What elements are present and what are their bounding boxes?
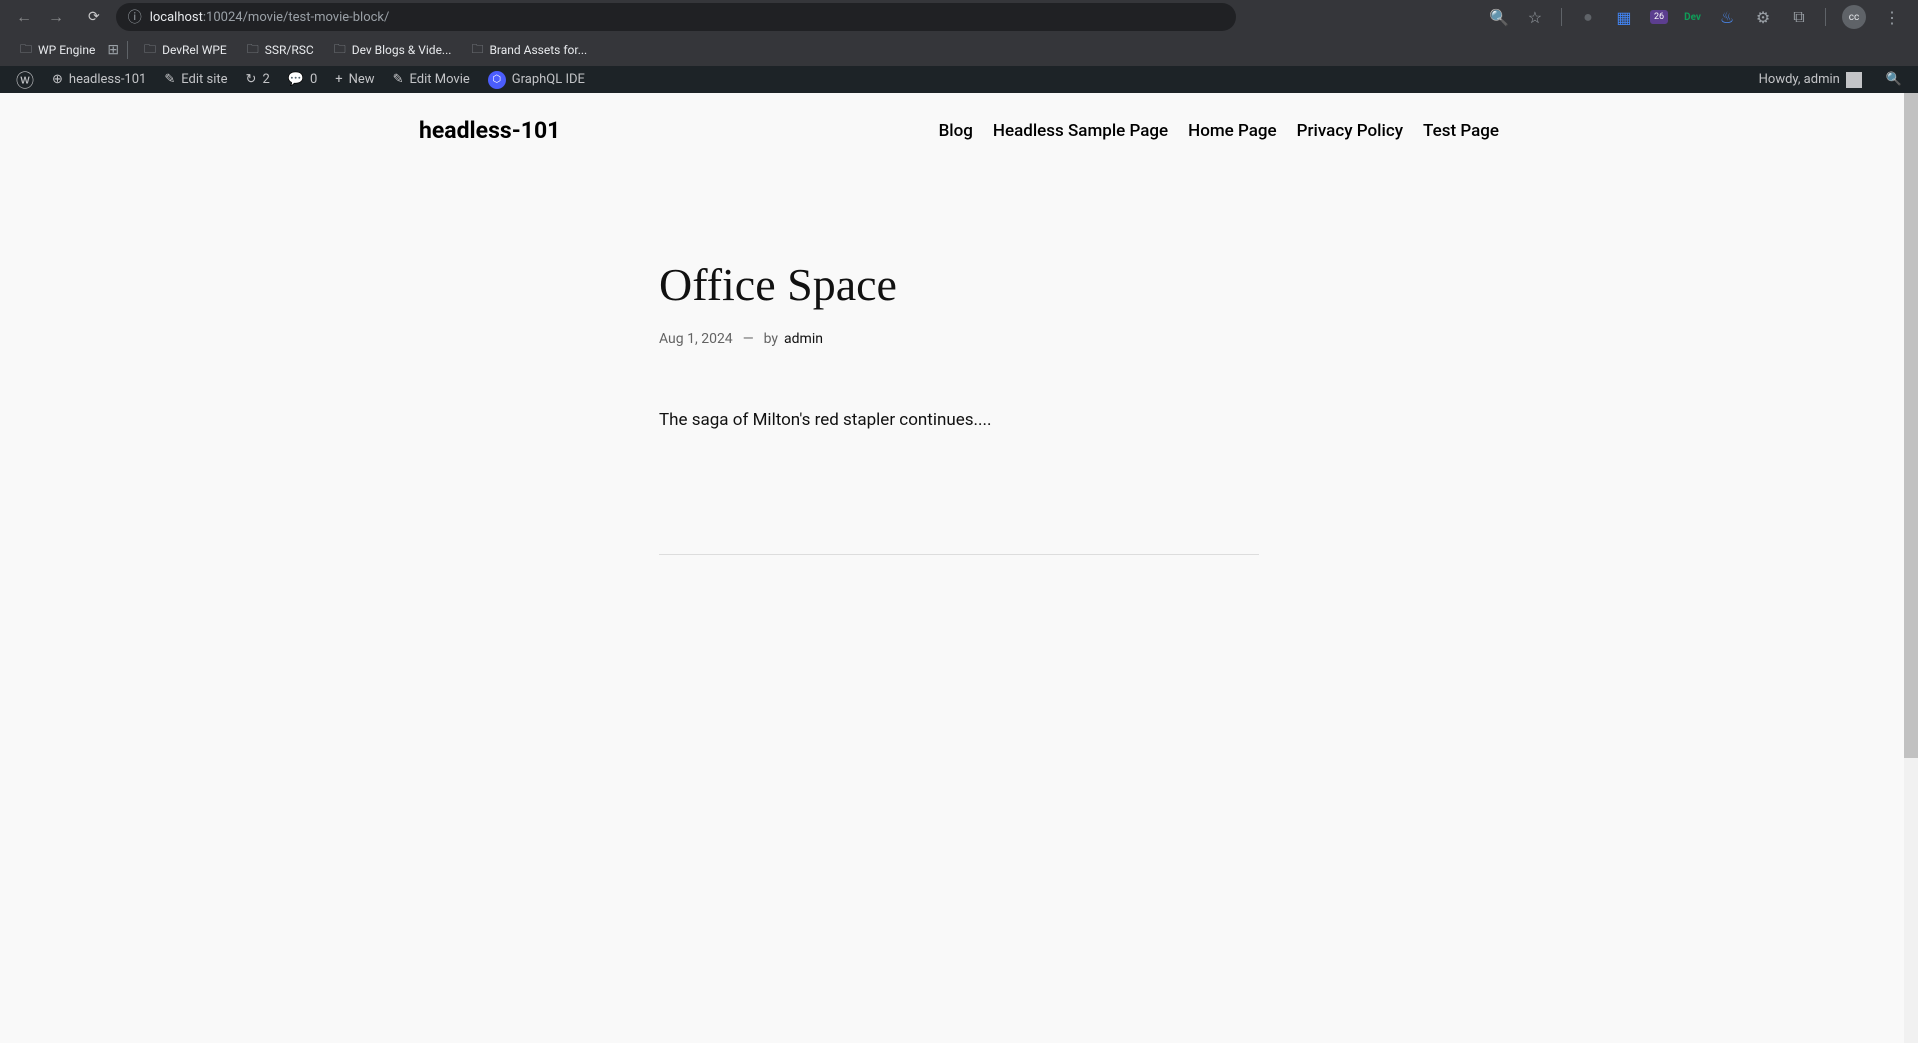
folder-icon: 🗀 [471, 40, 483, 61]
browser-right-icons: 🔍 ☆ ● ▦ 26 Dev ♨ ⚙ ⧉ cc ⋮ [1489, 5, 1910, 29]
scrollbar-track[interactable] [1904, 93, 1918, 1043]
nav-link-test[interactable]: Test Page [1423, 121, 1499, 141]
bookmark-dev-blogs[interactable]: 🗀 Dev Blogs & Vide... [326, 36, 460, 65]
bookmark-brand-assets[interactable]: 🗀 Brand Assets for... [463, 36, 595, 65]
wp-comments[interactable]: 💬 0 [280, 66, 326, 93]
site-icon: 🗀 [20, 40, 32, 61]
reload-button[interactable]: ⟳ [88, 9, 100, 25]
meta-separator: — [743, 331, 754, 347]
user-avatar-icon [1846, 72, 1862, 88]
extensions-icon[interactable]: ⧉ [1789, 7, 1809, 27]
nav-link-home[interactable]: Home Page [1188, 121, 1277, 141]
page-wrapper: headless-101 Blog Headless Sample Page H… [0, 93, 1918, 1043]
extension-gear-icon[interactable]: ⚙ [1753, 7, 1773, 27]
post-meta: Aug 1, 2024 — by admin [659, 331, 1259, 347]
bookmark-star-icon[interactable]: ☆ [1525, 7, 1545, 27]
wp-admin-bar: ⓦ ⊕ headless-101 ✎ Edit site ↻ 2 💬 0 + N… [0, 66, 1918, 93]
wp-logo-menu[interactable]: ⓦ [8, 66, 42, 93]
pencil-icon: ✎ [164, 72, 175, 87]
forward-button[interactable]: → [48, 7, 64, 27]
graphql-label: GraphQL IDE [512, 72, 585, 87]
extension-grid-icon[interactable]: ▦ [1614, 7, 1634, 27]
extension-dev-icon[interactable]: Dev [1684, 12, 1701, 23]
comment-icon: 💬 [288, 72, 304, 87]
site-name-label: headless-101 [69, 72, 146, 87]
by-label: by [764, 331, 778, 347]
menu-icon[interactable]: ⋮ [1882, 7, 1902, 27]
wp-search[interactable]: 🔍 [1878, 66, 1910, 93]
wp-site-name[interactable]: ⊕ headless-101 [44, 66, 154, 93]
bookmark-wp-engine[interactable]: 🗀 WP Engine [12, 36, 103, 65]
content-main: Office Space Aug 1, 2024 — by admin The … [649, 168, 1269, 555]
edit-site-label: Edit site [181, 72, 227, 87]
howdy-label: Howdy, admin [1759, 72, 1840, 87]
extension-circle-icon[interactable]: ● [1578, 7, 1598, 27]
bookmarks-bar: 🗀 WP Engine ⊞ 🗀 DevRel WPE 🗀 SSR/RSC 🗀 D… [0, 34, 1918, 66]
bookmark-ssr-rsc[interactable]: 🗀 SSR/RSC [239, 36, 322, 65]
scrollbar-thumb[interactable] [1904, 93, 1918, 758]
bookmark-label: DevRel WPE [162, 43, 227, 57]
plus-icon: + [335, 72, 342, 87]
wordpress-logo-icon: ⓦ [16, 67, 34, 93]
edit-movie-label: Edit Movie [409, 72, 469, 87]
new-label: New [349, 72, 375, 87]
updates-count: 2 [262, 72, 269, 87]
divider [1561, 8, 1562, 26]
wp-new[interactable]: + New [327, 66, 382, 93]
folder-icon: 🗀 [334, 40, 346, 61]
bookmark-apps-icon[interactable]: ⊞ [107, 42, 119, 58]
wp-admin-right: Howdy, admin 🔍 [1751, 66, 1910, 93]
folder-icon: 🗀 [144, 40, 156, 61]
site-title[interactable]: headless-101 [419, 117, 560, 144]
nav-link-blog[interactable]: Blog [939, 121, 973, 141]
bookmark-label: Dev Blogs & Vide... [352, 43, 452, 57]
wp-admin-left: ⓦ ⊕ headless-101 ✎ Edit site ↻ 2 💬 0 + N… [8, 66, 593, 93]
profile-avatar[interactable]: cc [1842, 5, 1866, 29]
divider [1825, 8, 1826, 26]
post-author[interactable]: admin [784, 331, 823, 347]
bookmark-devrel-wpe[interactable]: 🗀 DevRel WPE [136, 36, 235, 65]
post-title: Office Space [659, 258, 1259, 311]
wp-updates[interactable]: ↻ 2 [238, 66, 278, 93]
url-text: localhost:10024/movie/test-movie-block/ [150, 10, 390, 25]
back-button[interactable]: ← [16, 7, 32, 27]
nav-link-headless-sample[interactable]: Headless Sample Page [993, 121, 1168, 141]
nav-arrows: ← → [8, 7, 72, 27]
comments-count: 0 [310, 72, 317, 87]
bookmark-label: WP Engine [38, 43, 95, 57]
graphql-icon: ⬡ [488, 71, 506, 89]
address-bar[interactable]: ⓘ localhost:10024/movie/test-movie-block… [116, 3, 1236, 31]
wp-account-menu[interactable]: Howdy, admin [1751, 66, 1870, 93]
pencil-icon: ✎ [393, 72, 404, 87]
bookmark-label: Brand Assets for... [489, 43, 587, 57]
post-divider [659, 554, 1259, 555]
wp-edit-movie[interactable]: ✎ Edit Movie [385, 66, 478, 93]
nav-link-privacy[interactable]: Privacy Policy [1297, 121, 1403, 141]
post-date[interactable]: Aug 1, 2024 [659, 331, 733, 347]
browser-toolbar: ← → ⟳ ⓘ localhost:10024/movie/test-movie… [0, 0, 1918, 34]
divider [127, 41, 128, 59]
bookmark-label: SSR/RSC [265, 43, 314, 57]
wp-graphql-ide[interactable]: ⬡ GraphQL IDE [480, 66, 593, 93]
wp-edit-site[interactable]: ✎ Edit site [156, 66, 235, 93]
post-excerpt: The saga of Milton's red stapler continu… [659, 407, 1259, 434]
search-icon: 🔍 [1886, 72, 1902, 87]
site-nav: Blog Headless Sample Page Home Page Priv… [939, 121, 1499, 141]
home-icon: ⊕ [52, 72, 63, 87]
site-header: headless-101 Blog Headless Sample Page H… [409, 93, 1509, 168]
folder-icon: 🗀 [247, 40, 259, 61]
zoom-icon[interactable]: 🔍 [1489, 7, 1509, 27]
site-info-icon[interactable]: ⓘ [128, 7, 142, 27]
update-icon: ↻ [246, 72, 257, 87]
extension-flame-icon[interactable]: ♨ [1717, 7, 1737, 27]
extension-badge[interactable]: 26 [1650, 10, 1668, 24]
